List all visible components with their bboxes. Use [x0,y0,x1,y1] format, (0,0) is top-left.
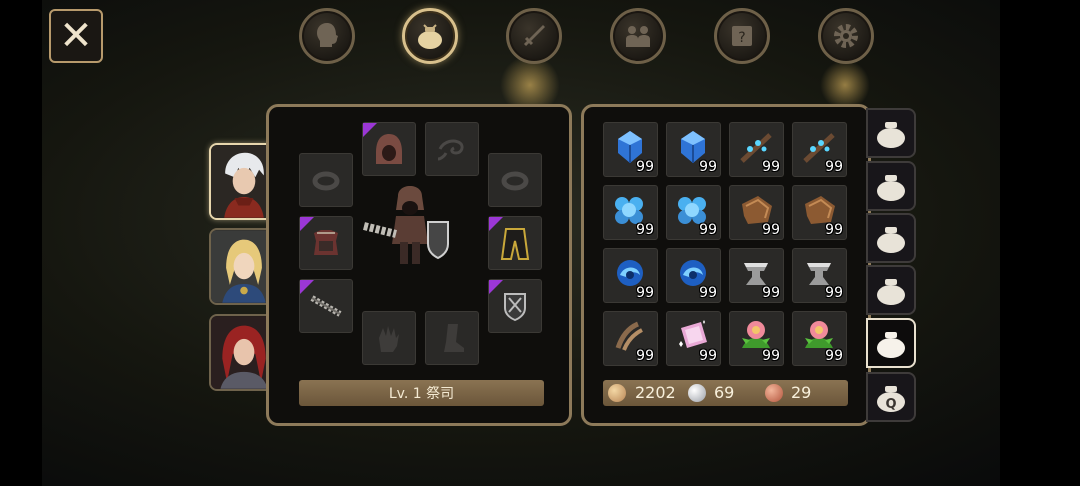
bag-icon [877,227,905,253]
bag-tab-3[interactable] [866,213,916,263]
bag-icon [877,175,905,201]
inventory-slot[interactable]: 99 [792,185,847,240]
rarity-marker [300,280,314,294]
bag-icon [877,122,905,148]
equip-slot-ring-left[interactable] [299,153,353,207]
close-icon: ✕ [59,13,93,59]
item-quantity: 99 [636,285,654,301]
ring-icon [312,171,340,191]
gear-icon [834,24,858,48]
boot-icon [444,324,464,352]
silver-amount: 69 [714,383,735,402]
copper-coin-icon [765,384,783,402]
inventory-slot[interactable]: 99 [729,248,784,303]
item-quantity: 99 [825,159,843,175]
tab-settings[interactable] [818,8,874,64]
tab-inventory[interactable] [402,8,458,64]
character-figure [363,186,449,264]
cape-icon [437,139,464,161]
silver-coin-icon [688,384,706,402]
equip-slot-cape[interactable] [425,122,479,176]
tab-skills[interactable] [506,8,562,64]
quest-scroll-icon: ? [732,26,752,46]
inventory-slot[interactable]: 99 [603,122,658,177]
equip-slot-hood[interactable] [362,122,416,176]
inventory-slot[interactable]: 99 [729,311,784,366]
bag-tab-2[interactable] [866,161,916,211]
rarity-marker [489,280,503,294]
glove-icon [379,326,399,352]
bag-icon [877,332,905,358]
rarity-marker [489,217,503,231]
item-quantity: 99 [699,348,717,364]
tab-character[interactable] [299,8,355,64]
rarity-marker [300,217,314,231]
equip-slot-armor[interactable] [299,216,353,270]
inventory-slot[interactable]: 99 [792,248,847,303]
bag-icon [877,279,905,305]
equip-slot-boots[interactable] [425,311,479,365]
right-edge [1000,0,1080,486]
inventory-slot[interactable]: 99 [603,311,658,366]
inventory-slot[interactable]: 99 [603,185,658,240]
equip-slot-shield[interactable] [488,279,542,333]
item-quantity: 99 [762,222,780,238]
svg-text:?: ? [738,30,745,46]
bag-icon [418,24,442,49]
level-class-label: Lv. 1 祭司 [299,380,544,406]
inventory-slot[interactable]: 99 [666,122,721,177]
inventory-slot[interactable]: 99 [729,122,784,177]
equip-slot-skirt[interactable] [488,216,542,270]
inventory-slot[interactable]: 99 [666,248,721,303]
item-quantity: 99 [636,348,654,364]
item-quantity: 99 [825,285,843,301]
rarity-marker [363,123,377,137]
gold-amount: 2202 [635,383,676,402]
item-quantity: 99 [762,159,780,175]
inventory-slot[interactable]: 99 [792,311,847,366]
bag-tab-quest[interactable]: Q [866,372,916,422]
party-icon [626,26,650,47]
bag-tab-1[interactable] [866,108,916,158]
ring-icon [501,171,529,191]
item-quantity: 99 [699,222,717,238]
left-edge [0,0,42,486]
inventory-slot[interactable]: 99 [666,311,721,366]
inventory-slot[interactable]: 99 [666,185,721,240]
close-button[interactable]: ✕ [49,9,103,63]
item-quantity: 99 [825,222,843,238]
tab-quest[interactable]: ? [714,8,770,64]
gold-coin-icon [608,384,626,402]
inventory-slot[interactable]: 99 [729,185,784,240]
copper-amount: 29 [791,383,812,402]
inventory-slot[interactable]: 99 [603,248,658,303]
quest-bag-icon: Q [877,386,905,412]
item-quantity: 99 [699,159,717,175]
sword-icon [523,25,545,47]
item-quantity: 99 [636,159,654,175]
item-quantity: 99 [699,285,717,301]
tab-party[interactable] [610,8,666,64]
bag-tab-4[interactable] [866,265,916,315]
quest-bag-label: Q [885,397,896,412]
torch-glow [820,60,870,110]
item-quantity: 99 [762,285,780,301]
bag-tab-5[interactable] [866,318,916,368]
item-quantity: 99 [636,222,654,238]
head-icon [317,23,338,47]
item-quantity: 99 [762,348,780,364]
item-quantity: 99 [825,348,843,364]
equip-slot-ring-right[interactable] [488,153,542,207]
equip-slot-gloves[interactable] [362,311,416,365]
currency-bar: 2202 69 29 [603,380,848,406]
equip-slot-weapon[interactable] [299,279,353,333]
inventory-slot[interactable]: 99 [792,122,847,177]
